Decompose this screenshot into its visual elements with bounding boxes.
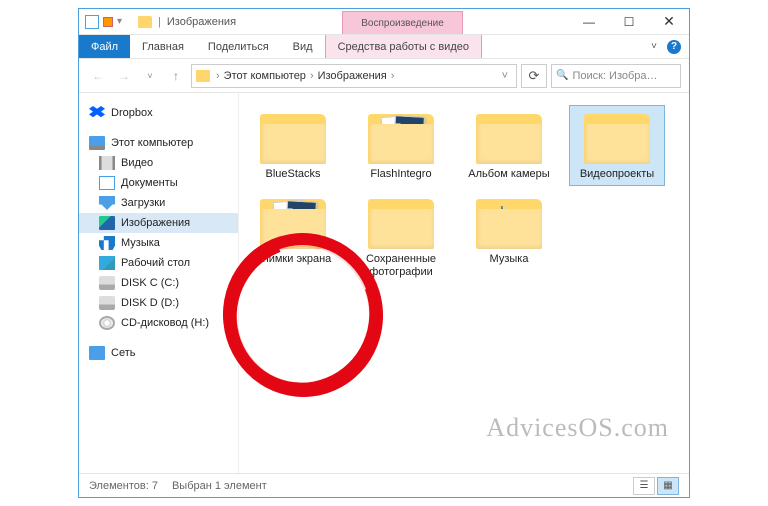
nav-up-button[interactable]: ↑ xyxy=(165,65,187,87)
nav-item[interactable]: Загрузки xyxy=(79,193,238,213)
titlebar: ▾ | Изображения Воспроизведение — ☐ ✕ xyxy=(79,9,689,35)
folder-item[interactable]: Сохраненные фотографии xyxy=(353,190,449,284)
item-label: Видеопроекты xyxy=(580,168,654,181)
nav-forward-button[interactable]: → xyxy=(113,65,135,87)
breadcrumb-dropdown-icon[interactable]: ˅ xyxy=(498,70,512,82)
folder-item[interactable]: Видеопроекты xyxy=(569,105,665,186)
nav-item[interactable]: Видео xyxy=(79,153,238,173)
chevron-right-icon[interactable]: › xyxy=(389,70,397,82)
nav-dropbox[interactable]: Dropbox xyxy=(79,103,238,123)
watermark: AdvicesOS.com xyxy=(486,413,669,443)
status-item-count: Элементов: 7 xyxy=(89,480,158,492)
breadcrumb-segment[interactable]: Этот компьютер xyxy=(224,70,306,82)
breadcrumb[interactable]: › Этот компьютер › Изображения › ˅ xyxy=(191,64,517,88)
folder-item[interactable]: Снимки экрана xyxy=(245,190,341,284)
nav-item[interactable]: Музыка xyxy=(79,233,238,253)
title-label: Изображения xyxy=(167,16,236,28)
drive-icon xyxy=(99,276,115,290)
search-icon: 🔍 xyxy=(556,70,568,81)
content-area[interactable]: BlueStacks FlashIntegro Альбом камеры Видео… xyxy=(239,93,689,473)
nav-item[interactable]: Изображения xyxy=(79,213,238,233)
tab-share[interactable]: Поделиться xyxy=(196,35,281,58)
video-icon xyxy=(99,156,115,170)
folder-icon xyxy=(260,110,326,164)
pc-icon xyxy=(89,136,105,150)
explorer-window: ▾ | Изображения Воспроизведение — ☐ ✕ Фа… xyxy=(78,8,690,498)
folder-icon xyxy=(368,195,434,249)
status-selection: Выбран 1 элемент xyxy=(172,480,267,492)
item-label: Альбом камеры xyxy=(468,168,549,181)
refresh-button[interactable]: ⟳ xyxy=(521,64,547,88)
nav-item[interactable]: DISK D (D:) xyxy=(79,293,238,313)
qat-properties-icon[interactable] xyxy=(103,17,113,27)
network-icon xyxy=(89,346,105,360)
nav-this-pc[interactable]: Этот компьютер xyxy=(79,133,238,153)
status-bar: Элементов: 7 Выбран 1 элемент ☰ ▦ xyxy=(79,473,689,497)
close-button[interactable]: ✕ xyxy=(649,9,689,34)
nav-item[interactable]: DISK C (C:) xyxy=(79,273,238,293)
download-icon xyxy=(99,196,115,210)
item-label: Снимки экрана xyxy=(255,253,332,266)
nav-network[interactable]: Сеть xyxy=(79,343,238,363)
quick-access-toolbar: ▾ xyxy=(79,9,128,34)
nav-recent-button[interactable]: ˅ xyxy=(139,65,161,87)
details-view-button[interactable]: ☰ xyxy=(633,477,655,495)
breadcrumb-segment[interactable]: Изображения xyxy=(318,70,387,82)
explorer-icon xyxy=(85,15,99,29)
item-label: Музыка xyxy=(490,253,529,266)
ribbon-tabs: Файл Главная Поделиться Вид Средства раб… xyxy=(79,35,689,59)
ribbon-expand-icon[interactable]: ˅ xyxy=(651,41,657,52)
folder-item[interactable]: BlueStacks xyxy=(245,105,341,186)
folder-icon xyxy=(476,110,542,164)
icons-view-button[interactable]: ▦ xyxy=(657,477,679,495)
desktop-icon xyxy=(99,256,115,270)
folder-item[interactable]: FlashIntegro xyxy=(353,105,449,186)
folder-icon xyxy=(584,110,650,164)
breadcrumb-icon xyxy=(196,70,210,82)
folder-icon xyxy=(476,195,542,249)
nav-item[interactable]: Рабочий стол xyxy=(79,253,238,273)
tab-video-tools[interactable]: Средства работы с видео xyxy=(325,35,482,58)
folder-item[interactable]: Альбом камеры xyxy=(461,105,557,186)
pics-icon xyxy=(99,216,115,230)
dropbox-icon xyxy=(89,106,105,120)
drive-icon xyxy=(99,296,115,310)
help-icon[interactable]: ? xyxy=(667,40,681,54)
music-icon xyxy=(99,236,115,250)
folder-icon xyxy=(260,195,326,249)
folder-icon xyxy=(138,16,152,28)
nav-back-button[interactable]: ← xyxy=(87,65,109,87)
folder-icon xyxy=(368,110,434,164)
minimize-button[interactable]: — xyxy=(569,9,609,34)
item-label: FlashIntegro xyxy=(370,168,431,181)
folder-item[interactable]: Музыка xyxy=(461,190,557,284)
maximize-button[interactable]: ☐ xyxy=(609,9,649,34)
cd-icon xyxy=(99,316,115,330)
search-box[interactable]: 🔍 Поиск: Изобра… xyxy=(551,64,681,88)
tab-view[interactable]: Вид xyxy=(281,35,325,58)
qat-dropdown-icon[interactable]: ▾ xyxy=(117,16,122,27)
item-label: Сохраненные фотографии xyxy=(358,253,444,279)
tab-home[interactable]: Главная xyxy=(130,35,196,58)
address-bar-row: ← → ˅ ↑ › Этот компьютер › Изображения ›… xyxy=(79,59,689,93)
nav-item[interactable]: CD-дисковод (H:) xyxy=(79,313,238,333)
docs-icon xyxy=(99,176,115,190)
window-title: | Изображения xyxy=(128,9,236,34)
chevron-right-icon[interactable]: › xyxy=(214,70,222,82)
search-placeholder: Поиск: Изобра… xyxy=(572,70,657,82)
contextual-tab-header: Воспроизведение xyxy=(342,11,463,34)
navigation-pane: Dropbox Этот компьютер ВидеоДокументыЗаг… xyxy=(79,93,239,473)
chevron-right-icon[interactable]: › xyxy=(308,70,316,82)
tab-file[interactable]: Файл xyxy=(79,35,130,58)
nav-item[interactable]: Документы xyxy=(79,173,238,193)
item-label: BlueStacks xyxy=(265,168,320,181)
